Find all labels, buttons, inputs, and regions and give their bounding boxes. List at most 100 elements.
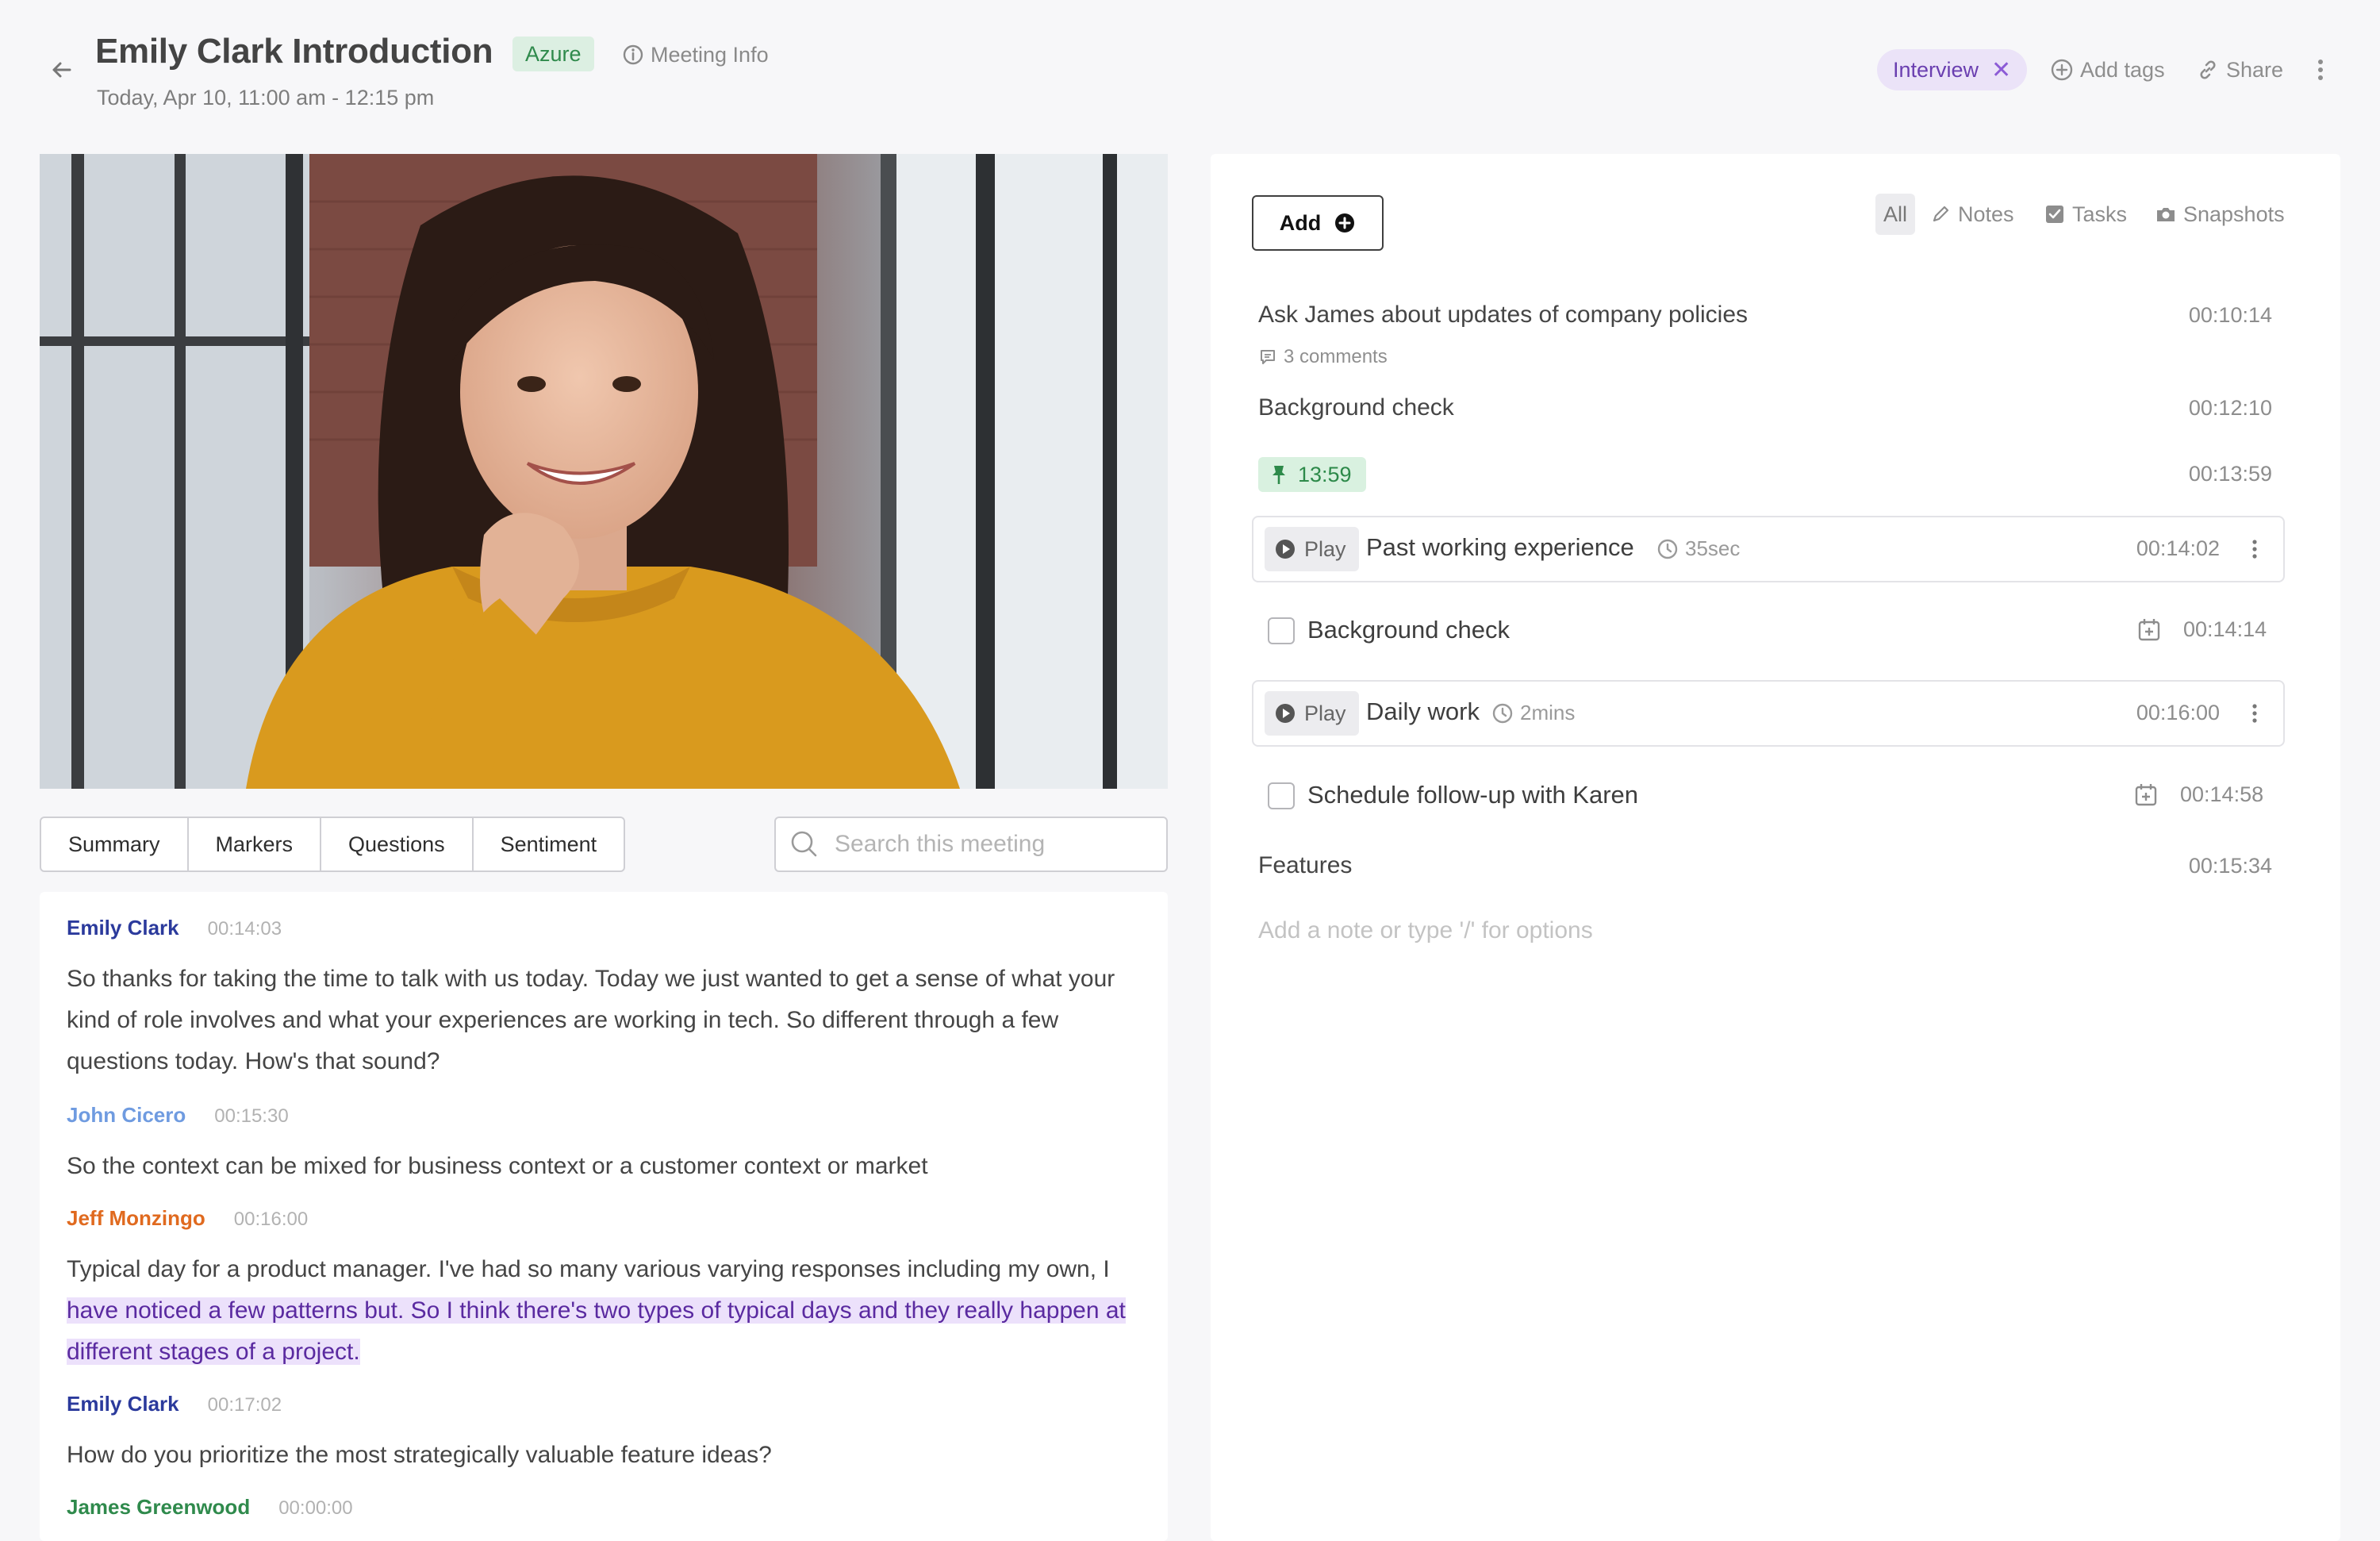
search-input[interactable] [835, 831, 1152, 858]
note-input[interactable] [1258, 917, 2272, 944]
entry-timestamp[interactable]: 00:17:02 [208, 1394, 282, 1416]
filter-snapshots-label: Snapshots [2183, 202, 2285, 226]
video-player[interactable] [40, 154, 1168, 789]
transcript-tabs: Summary Markers Questions Sentiment [40, 817, 626, 872]
meeting-info-button[interactable]: Meeting Info [622, 41, 769, 68]
comment-icon [1261, 350, 1275, 364]
search-icon [791, 831, 817, 857]
play-icon [1276, 704, 1295, 723]
more-options-icon[interactable] [2309, 54, 2332, 86]
task-timestamp[interactable]: 00:14:14 [2183, 617, 2267, 642]
clip-card[interactable]: Play Past working experience 35sec 00:14… [1252, 516, 2285, 582]
filter-tasks[interactable]: Tasks [2044, 194, 2127, 235]
filter-notes-label: Notes [1958, 202, 2014, 226]
plus-circle-filled-icon [1335, 213, 1355, 232]
entry-text: Typical day for a product manager. I've … [67, 1249, 1146, 1373]
meeting-header: Emily Clark Introduction Azure Meeting I… [0, 0, 2380, 143]
task-item: Background check 00:14:14 [1268, 614, 2267, 649]
note-title: Ask James about updates of company polic… [1258, 302, 1749, 328]
transcript-entry: John Cicero 00:15:30 So the context can … [67, 1103, 1146, 1187]
add-button[interactable]: Add [1252, 195, 1384, 251]
share-label: Share [2226, 57, 2284, 82]
more-options-icon[interactable] [2247, 699, 2263, 728]
clip-card[interactable]: Play Daily work 2mins 00:16:00 [1252, 680, 2285, 747]
task-title[interactable]: Schedule follow-up with Karen [1307, 781, 1638, 809]
clip-timestamp[interactable]: 00:14:02 [2136, 536, 2220, 561]
speaker-name[interactable]: Emily Clark [67, 916, 179, 940]
note-timestamp[interactable]: 00:13:59 [2189, 462, 2272, 486]
note-item[interactable]: Ask James about updates of company polic… [1258, 302, 2272, 329]
add-label: Add [1279, 210, 1322, 235]
calendar-add-icon[interactable] [2136, 616, 2164, 644]
play-icon [1276, 540, 1295, 559]
transcript-entry: Jeff Monzingo 00:16:00 Typical day for a… [67, 1206, 1146, 1373]
info-icon [623, 44, 643, 65]
comments-link[interactable]: 3 comments [1258, 346, 1388, 368]
highlighted-text[interactable]: have noticed a few patterns but. So I th… [67, 1297, 1126, 1365]
pin-marker[interactable]: 13:59 [1258, 457, 1366, 492]
entry-text: So thanks for taking the time to talk wi… [67, 966, 1115, 1074]
link-icon [2200, 60, 2216, 79]
comments-count: 3 comments [1284, 346, 1388, 367]
task-checkbox[interactable] [1268, 617, 1295, 644]
task-item: Schedule follow-up with Karen 00:14:58 [1268, 779, 2267, 814]
clip-duration-label: 2mins [1520, 701, 1576, 724]
tab-sentiment[interactable]: Sentiment [474, 818, 624, 870]
more-options-icon[interactable] [2247, 535, 2263, 563]
filter-snapshots[interactable]: Snapshots [2155, 194, 2285, 235]
task-timestamp[interactable]: 00:14:58 [2180, 782, 2263, 807]
tag-interview[interactable]: Interview ✕ [1877, 49, 2028, 90]
filter-all[interactable]: All [1875, 194, 1916, 235]
speaker-name[interactable]: Emily Clark [67, 1392, 179, 1416]
back-arrow-icon[interactable] [46, 54, 78, 86]
entry-text: How do you prioritize the most strategic… [67, 1442, 772, 1468]
workspace-badge: Azure [512, 37, 594, 71]
meeting-search[interactable] [774, 817, 1168, 872]
clock-icon [1492, 703, 1513, 723]
note-item[interactable]: Features 00:15:34 [1258, 852, 2272, 879]
clip-duration-label: 35sec [1685, 536, 1741, 560]
page-title: Emily Clark Introduction [95, 32, 493, 71]
meeting-datetime: Today, Apr 10, 11:00 am - 12:15 pm [97, 86, 435, 110]
tab-summary[interactable]: Summary [41, 818, 189, 870]
tag-label: Interview [1893, 57, 1979, 82]
play-button[interactable]: Play [1265, 691, 1359, 736]
add-tags-button[interactable]: Add tags [2050, 56, 2165, 84]
speaker-name[interactable]: Jeff Monzingo [67, 1206, 205, 1231]
task-title[interactable]: Background check [1307, 616, 1510, 644]
tab-markers[interactable]: Markers [189, 818, 322, 870]
speaker-name[interactable]: James Greenwood [67, 1495, 250, 1520]
speaker-name[interactable]: John Cicero [67, 1103, 186, 1128]
note-timestamp[interactable]: 00:12:10 [2189, 396, 2272, 421]
plus-circle-icon [2051, 59, 2073, 81]
note-title: Features [1258, 852, 1353, 878]
share-button[interactable]: Share [2196, 56, 2283, 84]
meeting-info-label: Meeting Info [651, 42, 769, 67]
entry-text: So the context can be mixed for business… [67, 1153, 928, 1179]
task-checkbox[interactable] [1268, 782, 1295, 809]
note-timestamp[interactable]: 00:15:34 [2189, 854, 2272, 878]
entry-timestamp[interactable]: 00:15:30 [214, 1105, 288, 1128]
pin-label: 13:59 [1298, 462, 1352, 486]
clip-title: Past working experience [1366, 533, 1634, 561]
entry-timestamp[interactable]: 00:00:00 [278, 1497, 352, 1520]
entry-timestamp[interactable]: 00:14:03 [208, 918, 282, 940]
clip-timestamp[interactable]: 00:16:00 [2136, 701, 2220, 725]
clip-title: Daily work [1366, 697, 1480, 725]
play-button[interactable]: Play [1265, 527, 1359, 571]
checkbox-checked-icon [2046, 206, 2063, 223]
transcript-panel: Emily Clark 00:14:03 So thanks for takin… [40, 892, 1168, 1541]
calendar-add-icon[interactable] [2132, 781, 2161, 809]
note-timestamp[interactable]: 00:10:14 [2189, 303, 2272, 328]
pencil-icon [1933, 206, 1949, 222]
tab-questions[interactable]: Questions [321, 818, 474, 870]
transcript-entry: Emily Clark 00:17:02 How do you prioriti… [67, 1392, 1146, 1476]
note-item[interactable]: Background check 00:12:10 [1258, 394, 2272, 421]
entry-timestamp[interactable]: 00:16:00 [234, 1209, 308, 1231]
video-frame-image [40, 154, 1168, 789]
remove-tag-icon[interactable]: ✕ [1991, 56, 2011, 84]
filter-notes[interactable]: Notes [1929, 194, 2014, 235]
clip-duration: 2mins [1491, 701, 1575, 725]
clock-icon [1657, 539, 1678, 559]
filter-tasks-label: Tasks [2072, 202, 2128, 226]
